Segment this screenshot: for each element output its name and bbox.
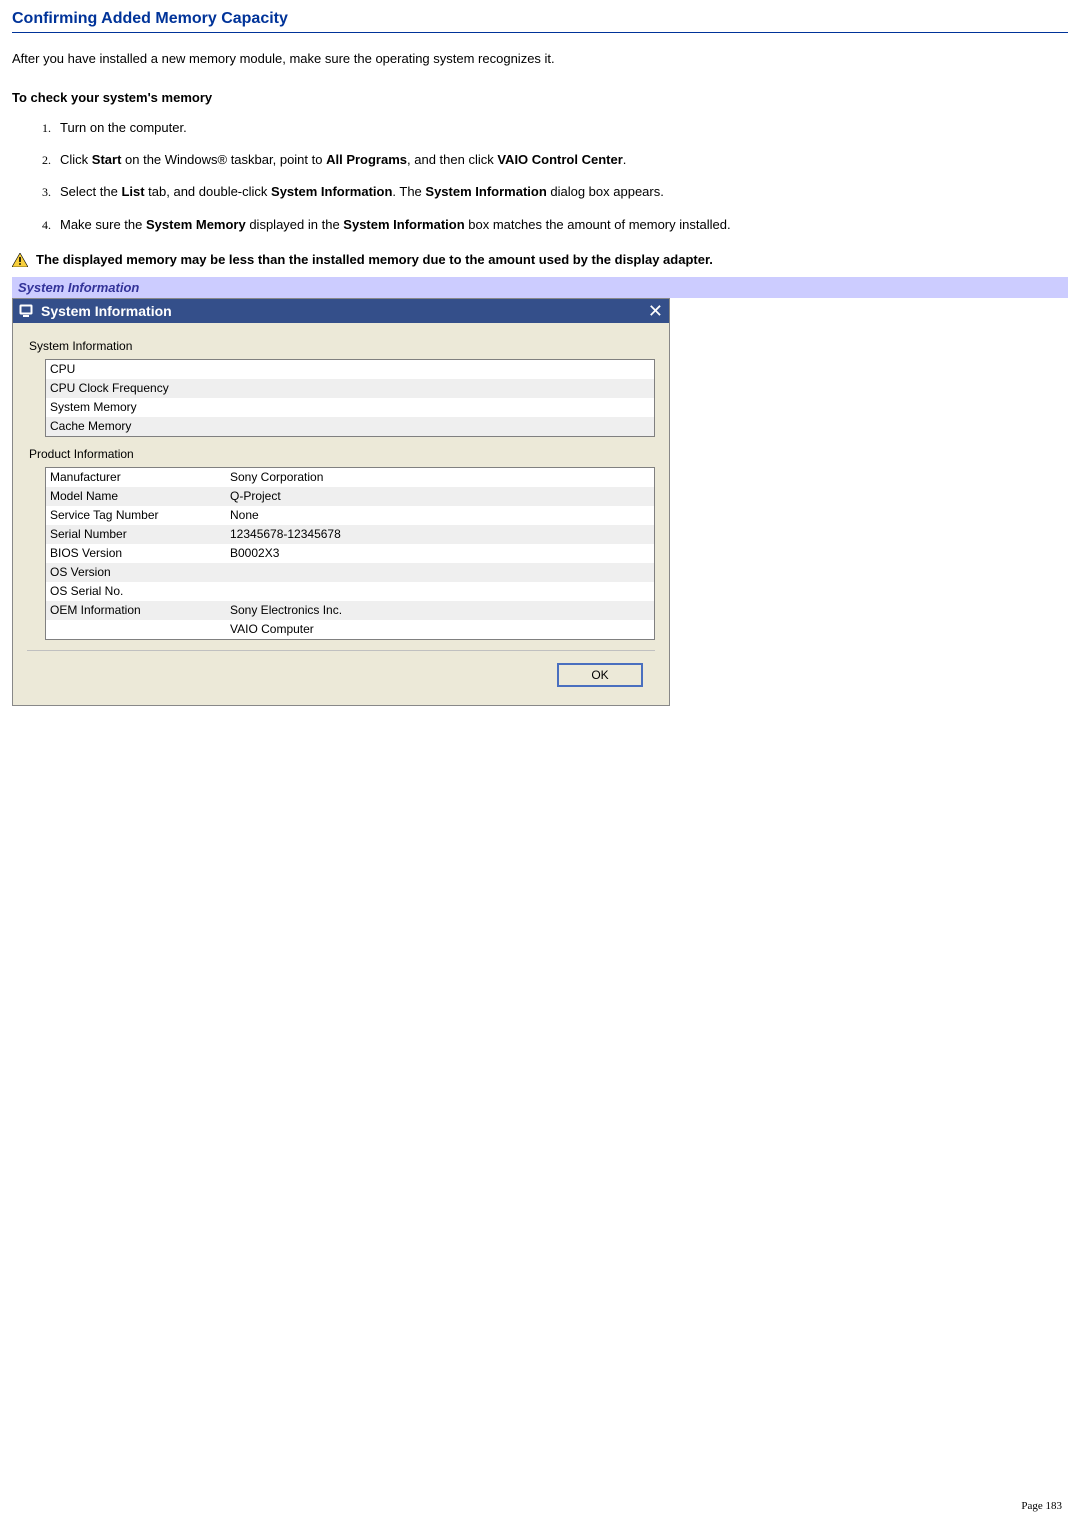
table-row: OS Version xyxy=(46,563,654,582)
page-number: Page 183 xyxy=(1021,1500,1062,1512)
cell-value: Q-Project xyxy=(230,487,654,506)
table-row: Model NameQ-Project xyxy=(46,487,654,506)
group2-label: Product Information xyxy=(29,447,655,461)
cell-label: OS Serial No. xyxy=(50,582,230,601)
intro-paragraph: After you have installed a new memory mo… xyxy=(12,51,1068,66)
table-row: Cache Memory xyxy=(46,417,654,436)
step-3-text: Select the List tab, and double-click Sy… xyxy=(54,183,1068,201)
product-info-box: ManufacturerSony Corporation Model NameQ… xyxy=(45,467,655,640)
t: , and then click xyxy=(407,152,497,167)
dialog-titlebar: System Information ✕ xyxy=(13,299,669,323)
cell-value: Sony Electronics Inc. xyxy=(230,601,654,620)
t: Start xyxy=(92,152,122,167)
steps-list: Turn on the computer. Click Start on the… xyxy=(12,119,1068,234)
t: dialog box appears. xyxy=(547,184,664,199)
step-2: Click Start on the Windows® taskbar, poi… xyxy=(54,151,1068,169)
cell-value xyxy=(230,417,654,436)
section-title: Confirming Added Memory Capacity xyxy=(12,10,1068,33)
cell-label: CPU Clock Frequency xyxy=(50,379,230,398)
cell-label: Manufacturer xyxy=(50,468,230,487)
step-3: Select the List tab, and double-click Sy… xyxy=(54,183,1068,201)
ok-button[interactable]: OK xyxy=(557,663,643,687)
cell-label: System Memory xyxy=(50,398,230,417)
t: tab, and double-click xyxy=(145,184,271,199)
cell-value xyxy=(230,379,654,398)
t: All Programs xyxy=(326,152,407,167)
figure-caption: System Information xyxy=(12,277,1068,298)
cell-label: BIOS Version xyxy=(50,544,230,563)
t: box matches the amount of memory install… xyxy=(465,217,731,232)
t: Click xyxy=(60,152,92,167)
table-row: ManufacturerSony Corporation xyxy=(46,468,654,487)
table-row: BIOS VersionB0002X3 xyxy=(46,544,654,563)
cell-label: OEM Information xyxy=(50,601,230,620)
table-row: VAIO Computer xyxy=(46,620,654,639)
titlebar-left: System Information xyxy=(19,303,172,319)
cell-label: Service Tag Number xyxy=(50,506,230,525)
close-icon[interactable]: ✕ xyxy=(648,304,663,318)
dialog-body: System Information CPU CPU Clock Frequen… xyxy=(13,323,669,705)
t: Make sure the xyxy=(60,217,146,232)
cell-value: B0002X3 xyxy=(230,544,654,563)
dialog-title: System Information xyxy=(41,303,172,319)
table-row: OEM InformationSony Electronics Inc. xyxy=(46,601,654,620)
cell-value xyxy=(230,398,654,417)
table-row: CPU Clock Frequency xyxy=(46,379,654,398)
step-4-text: Make sure the System Memory displayed in… xyxy=(54,216,1068,234)
warning-icon xyxy=(12,253,28,267)
table-row: CPU xyxy=(46,360,654,379)
warning-row: The displayed memory may be less than th… xyxy=(12,252,1068,267)
t: System Information xyxy=(425,184,546,199)
step-1: Turn on the computer. xyxy=(54,119,1068,137)
table-row: OS Serial No. xyxy=(46,582,654,601)
cell-value xyxy=(230,360,654,379)
step-1-text: Turn on the computer. xyxy=(54,119,1068,137)
t: System Information xyxy=(271,184,392,199)
cell-label: Model Name xyxy=(50,487,230,506)
t: List xyxy=(121,184,144,199)
step-2-text: Click Start on the Windows® taskbar, poi… xyxy=(54,151,1068,169)
cell-label: Serial Number xyxy=(50,525,230,544)
cell-value xyxy=(230,582,654,601)
system-information-dialog: System Information ✕ System Information … xyxy=(12,298,670,706)
t: displayed in the xyxy=(246,217,344,232)
cell-value: None xyxy=(230,506,654,525)
cell-label: CPU xyxy=(50,360,230,379)
dialog-button-row: OK xyxy=(27,650,655,691)
table-row: Service Tag NumberNone xyxy=(46,506,654,525)
t: System Memory xyxy=(146,217,246,232)
table-row: Serial Number12345678-12345678 xyxy=(46,525,654,544)
cell-value: 12345678-12345678 xyxy=(230,525,654,544)
t: VAIO Control Center xyxy=(497,152,622,167)
monitor-icon xyxy=(19,304,35,318)
cell-value: VAIO Computer xyxy=(230,620,654,639)
warning-text: The displayed memory may be less than th… xyxy=(36,252,713,267)
cell-value xyxy=(230,563,654,582)
t: System Information xyxy=(343,217,464,232)
cell-label xyxy=(50,620,230,639)
cell-value: Sony Corporation xyxy=(230,468,654,487)
t: . xyxy=(623,152,627,167)
table-row: System Memory xyxy=(46,398,654,417)
t: . The xyxy=(392,184,425,199)
cell-label: Cache Memory xyxy=(50,417,230,436)
step-4: Make sure the System Memory displayed in… xyxy=(54,216,1068,234)
sub-heading: To check your system's memory xyxy=(12,90,1068,105)
t: on the Windows® taskbar, point to xyxy=(121,152,326,167)
group1-label: System Information xyxy=(29,339,655,353)
t: Select the xyxy=(60,184,121,199)
cell-label: OS Version xyxy=(50,563,230,582)
system-info-box: CPU CPU Clock Frequency System Memory Ca… xyxy=(45,359,655,437)
